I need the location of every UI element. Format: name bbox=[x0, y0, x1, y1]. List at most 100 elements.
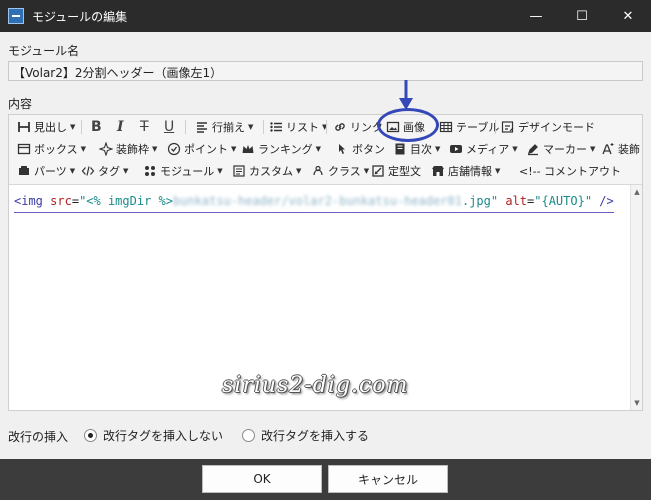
design-mode-icon bbox=[501, 121, 514, 133]
marker-label: マーカー bbox=[543, 143, 587, 156]
custom-button[interactable]: カスタム ▼ bbox=[232, 160, 301, 182]
text-effect-button[interactable]: 装飾 bbox=[601, 138, 640, 160]
code-eq: = bbox=[71, 194, 80, 208]
text-effect-label: 装飾 bbox=[618, 143, 640, 156]
toolbar-row-2: ボックス ▼ 装飾枠 ▼ ポイント ▼ ランキング ▼ ボタン 目次 ▼ メディ… bbox=[9, 138, 642, 160]
content-editor: 見出し ▼ B I T U 行揃え ▼ リスト ▼ リンク 画像 テーブル デザ… bbox=[8, 114, 643, 411]
code-alt-value: "{AUTO}" bbox=[534, 194, 593, 208]
toolbar-row-3: パーツ ▼ タグ ▼ モジュール ▼ カスタム ▼ クラス ▼ 定型文 店舗情報… bbox=[9, 160, 642, 182]
table-icon bbox=[439, 121, 453, 133]
list-icon bbox=[270, 122, 282, 132]
title-bar: モジュールの編集 — ☐ ✕ bbox=[0, 0, 651, 32]
tag-button[interactable]: タグ ▼ bbox=[81, 160, 128, 182]
ranking-label: ランキング bbox=[258, 143, 313, 156]
code-tag-icon bbox=[81, 166, 95, 176]
design-mode-label: デザインモード bbox=[518, 121, 595, 134]
window-controls: — ☐ ✕ bbox=[513, 0, 651, 32]
code-attr-src: src bbox=[50, 194, 72, 208]
list-label: リスト bbox=[286, 121, 319, 134]
radio-insert-linebreak[interactable]: 改行タグを挿入する bbox=[242, 427, 369, 444]
bold-button[interactable]: B bbox=[91, 116, 102, 138]
table-button[interactable]: テーブル bbox=[439, 116, 499, 138]
code-src-prefix: "<% imgDir %> bbox=[79, 194, 173, 208]
cancel-button[interactable]: キャンセル bbox=[328, 465, 448, 493]
heading-icon bbox=[18, 122, 30, 132]
marker-icon bbox=[527, 144, 538, 156]
align-button[interactable]: 行揃え ▼ bbox=[195, 116, 253, 138]
box-label: ボックス bbox=[34, 143, 78, 156]
ok-button[interactable]: OK bbox=[202, 465, 322, 493]
ranking-button[interactable]: ランキング ▼ bbox=[241, 138, 321, 160]
radio-insert-linebreak-indicator[interactable] bbox=[242, 429, 255, 442]
store-info-button[interactable]: 店舗情報 ▼ bbox=[431, 160, 500, 182]
crown-icon bbox=[242, 145, 254, 153]
code-src-path: bunkatsu-header/volar2-bunkatsu-header01 bbox=[172, 194, 462, 208]
content-label: 内容 bbox=[8, 97, 33, 111]
code-underline bbox=[14, 212, 614, 213]
heading-label: 見出し bbox=[34, 121, 67, 134]
align-label: 行揃え bbox=[212, 121, 245, 134]
class-button[interactable]: クラス ▼ bbox=[311, 160, 369, 182]
heading-button[interactable]: 見出し ▼ bbox=[17, 116, 75, 138]
design-mode-button[interactable]: デザインモード bbox=[501, 116, 595, 138]
code-line: <img src="<% imgDir %>bunkatsu-header/vo… bbox=[14, 194, 614, 208]
module-label: モジュール bbox=[160, 165, 215, 178]
align-left-icon bbox=[197, 122, 207, 133]
template-label: 定型文 bbox=[388, 165, 421, 178]
annotation-highlight-ellipse bbox=[377, 108, 439, 142]
decoration-frame-button[interactable]: 装飾枠 ▼ bbox=[99, 138, 157, 160]
parts-button[interactable]: パーツ ▼ bbox=[17, 160, 75, 182]
code-tag-open: <img bbox=[14, 194, 43, 208]
box-button[interactable]: ボックス ▼ bbox=[17, 138, 86, 160]
comment-out-button[interactable]: <!-- コメントアウト bbox=[519, 160, 621, 182]
scroll-down-icon[interactable]: ▼ bbox=[632, 398, 642, 408]
text-effect-icon bbox=[602, 143, 614, 155]
italic-button[interactable]: I bbox=[117, 116, 124, 138]
module-name-field[interactable]: 【Volar2】2分割ヘッダー（画像左1） bbox=[8, 61, 643, 81]
minimize-button[interactable]: — bbox=[513, 0, 559, 32]
radio-no-linebreak[interactable]: 改行タグを挿入しない bbox=[84, 427, 223, 444]
code-attr-alt: alt bbox=[505, 194, 528, 208]
window-title: モジュールの編集 bbox=[32, 9, 128, 24]
store-info-label: 店舗情報 bbox=[448, 165, 492, 178]
code-scrollbar[interactable]: ▲ ▼ bbox=[630, 185, 642, 410]
decoration-frame-icon bbox=[99, 142, 113, 156]
list-button[interactable]: リスト ▼ bbox=[269, 116, 327, 138]
scroll-up-icon[interactable]: ▲ bbox=[632, 187, 642, 197]
class-label: クラス bbox=[328, 165, 361, 178]
watermark: sirius2-dig.com bbox=[222, 373, 409, 398]
maximize-button[interactable]: ☐ bbox=[559, 0, 605, 32]
class-icon bbox=[313, 165, 323, 176]
module-button[interactable]: モジュール ▼ bbox=[143, 160, 223, 182]
underline-button[interactable]: U bbox=[164, 116, 174, 138]
button-insert-label: ボタン bbox=[352, 143, 385, 156]
media-button[interactable]: メディア ▼ bbox=[449, 138, 518, 160]
close-button[interactable]: ✕ bbox=[605, 0, 651, 32]
module-name-label: モジュール名 bbox=[8, 44, 80, 58]
linebreak-label: 改行の挿入 bbox=[8, 430, 69, 444]
template-icon bbox=[372, 165, 384, 177]
radio-insert-linebreak-label: 改行タグを挿入する bbox=[261, 429, 370, 443]
parts-label: パーツ bbox=[34, 165, 67, 178]
strikethrough-button[interactable]: T bbox=[140, 116, 149, 138]
app-icon bbox=[8, 8, 24, 24]
radio-no-linebreak-indicator[interactable] bbox=[84, 429, 97, 442]
check-circle-icon bbox=[167, 142, 181, 156]
button-insert-button[interactable]: ボタン bbox=[335, 138, 385, 160]
editor-toolbar: 見出し ▼ B I T U 行揃え ▼ リスト ▼ リンク 画像 テーブル デザ… bbox=[9, 115, 642, 185]
module-icon bbox=[145, 166, 155, 176]
store-icon bbox=[432, 166, 444, 176]
tag-label: タグ bbox=[98, 165, 120, 178]
point-label: ポイント bbox=[184, 143, 228, 156]
point-button[interactable]: ポイント ▼ bbox=[167, 138, 236, 160]
link-button[interactable]: リンク bbox=[333, 116, 383, 138]
toc-label: 目次 bbox=[410, 143, 432, 156]
pointer-icon bbox=[339, 144, 345, 154]
custom-icon bbox=[233, 165, 245, 177]
marker-button[interactable]: マーカー ▼ bbox=[526, 138, 595, 160]
template-button[interactable]: 定型文 bbox=[371, 160, 421, 182]
radio-no-linebreak-label: 改行タグを挿入しない bbox=[103, 429, 224, 443]
code-tag-close: /> bbox=[599, 194, 614, 208]
book-icon bbox=[395, 143, 405, 155]
custom-label: カスタム bbox=[249, 165, 293, 178]
